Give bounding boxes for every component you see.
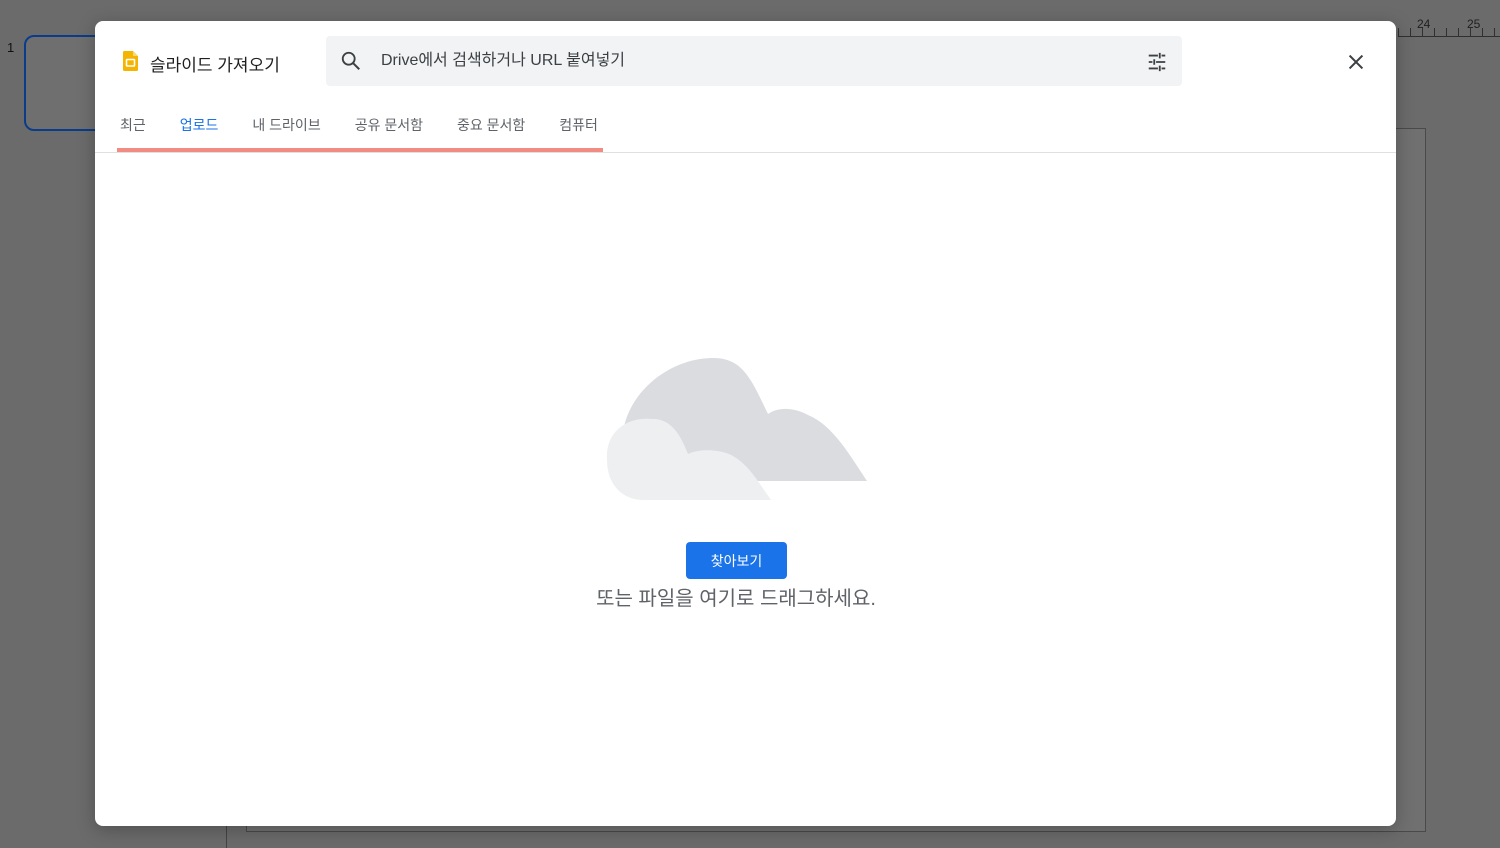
- cloud-illustration: [606, 357, 867, 500]
- source-tabs: 최근 업로드 내 드라이브 공유 문서함 중요 문서함 컴퓨터: [117, 103, 615, 151]
- tab-recent[interactable]: 최근: [117, 103, 163, 151]
- search-icon[interactable]: [340, 50, 362, 72]
- slide-number: 1: [7, 40, 15, 55]
- tabs-divider: [95, 152, 1396, 153]
- search-input[interactable]: [381, 36, 1121, 86]
- tab-upload[interactable]: 업로드: [163, 103, 236, 151]
- tab-starred[interactable]: 중요 문서함: [440, 103, 542, 151]
- tab-shared-with-me[interactable]: 공유 문서함: [338, 103, 440, 151]
- drag-hint: 또는 파일을 여기로 드래그하세요.: [596, 588, 876, 610]
- tab-computers[interactable]: 컴퓨터: [542, 103, 615, 151]
- dialog-title: 슬라이드 가져오기: [150, 56, 280, 75]
- dialog-header: 슬라이드 가져오기: [95, 21, 1396, 103]
- google-slides-icon: [123, 51, 138, 71]
- ruler-ticks: [1398, 28, 1500, 37]
- browse-button[interactable]: 찾아보기: [686, 542, 787, 579]
- close-icon[interactable]: [1345, 51, 1367, 73]
- tune-icon[interactable]: [1146, 51, 1168, 73]
- import-slides-dialog: 슬라이드 가져오기 최근 업로드 내 드라이브 공유 문서함 중요 문서함: [95, 21, 1396, 826]
- tab-my-drive[interactable]: 내 드라이브: [235, 103, 337, 151]
- search-box[interactable]: [326, 36, 1182, 86]
